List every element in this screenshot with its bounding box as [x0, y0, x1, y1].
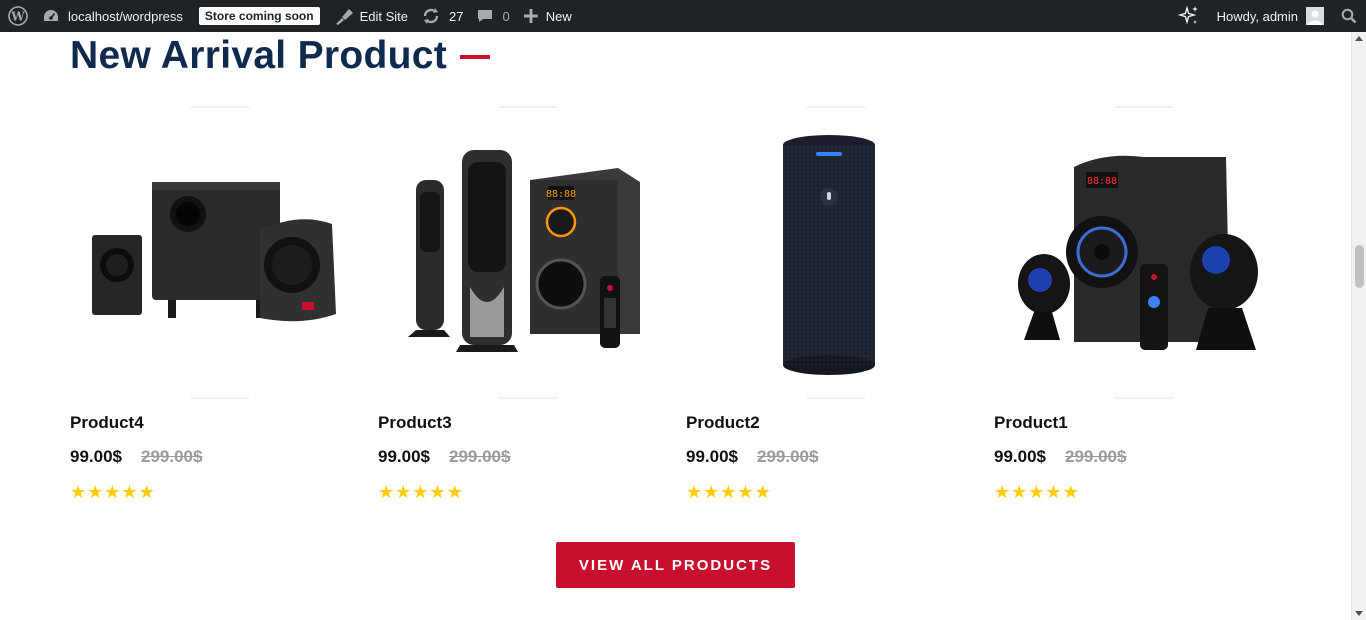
edit-site-label: Edit Site: [359, 8, 408, 24]
star-icon: ★: [87, 482, 104, 503]
product-prices: 99.00$ 299.00$: [994, 447, 1126, 467]
svg-text:W: W: [10, 10, 25, 24]
star-icon: ★: [121, 482, 138, 503]
scrollbar-thumb[interactable]: [1355, 245, 1364, 288]
star-icon: ★: [1011, 482, 1028, 503]
star-icon: ★: [703, 482, 720, 503]
comments-count: 0: [502, 8, 510, 24]
product-card[interactable]: Product2 99.00$ 299.00$ ★ ★ ★ ★ ★: [686, 102, 978, 502]
star-icon: ★: [686, 482, 703, 503]
view-all-products-button[interactable]: VIEW ALL PRODUCTS: [556, 542, 795, 588]
star-icon: ★: [1028, 482, 1045, 503]
admin-bar: W localhost/wordpress Store coming soon …: [0, 0, 1366, 32]
product-name[interactable]: Product4: [70, 413, 144, 433]
star-icon: ★: [720, 482, 737, 503]
edit-site-link[interactable]: Edit Site: [327, 0, 415, 32]
star-icon: ★: [104, 482, 121, 503]
star-icon: ★: [1045, 482, 1062, 503]
svg-text:88:88: 88:88: [1087, 176, 1117, 187]
scroll-down-arrow-icon[interactable]: [1355, 611, 1363, 616]
rating-stars: ★ ★ ★ ★ ★: [378, 484, 463, 502]
product-image[interactable]: [70, 102, 362, 399]
rating-stars: ★ ★ ★ ★ ★: [70, 484, 155, 502]
speaker-set-image: [92, 182, 336, 322]
new-label: New: [545, 8, 572, 24]
product-name[interactable]: Product3: [378, 413, 452, 433]
updates-link[interactable]: 27: [415, 0, 470, 32]
scroll-up-arrow-icon[interactable]: [1355, 36, 1363, 41]
star-icon: ★: [395, 482, 412, 503]
sale-price: 99.00$: [378, 447, 430, 466]
star-icon: ★: [446, 482, 463, 503]
sale-price: 99.00$: [686, 447, 738, 466]
updates-icon: [422, 7, 440, 25]
avatar: [1306, 7, 1324, 25]
star-icon: ★: [1062, 482, 1079, 503]
store-coming-soon-badge[interactable]: Store coming soon: [190, 0, 327, 32]
store-badge-label: Store coming soon: [198, 7, 320, 25]
site-name-link[interactable]: localhost/wordpress: [36, 0, 190, 32]
admin-search-button[interactable]: [1332, 0, 1366, 32]
star-icon: ★: [994, 482, 1011, 503]
svg-text:88:88: 88:88: [546, 189, 576, 200]
title-accent-dash: [460, 55, 491, 59]
cylinder-speaker-image: [783, 135, 875, 375]
star-icon: ★: [138, 482, 155, 503]
regular-price: 299.00$: [449, 447, 511, 466]
product-card[interactable]: Product4 99.00$ 299.00$ ★ ★ ★ ★ ★: [70, 102, 362, 502]
woofer-speaker-set-image: 88:88: [1018, 155, 1258, 350]
product-image[interactable]: [686, 102, 978, 399]
search-icon: [1341, 8, 1357, 24]
page-scrollbar[interactable]: [1351, 32, 1366, 620]
comment-icon: [477, 8, 493, 24]
plus-icon: [523, 9, 538, 23]
product-prices: 99.00$ 299.00$: [686, 447, 818, 467]
tower-speaker-set-image: 88:88: [408, 150, 640, 352]
section-title: New Arrival Product: [70, 34, 491, 78]
admin-bar-right: Howdy, admin: [1171, 0, 1366, 32]
wordpress-logo-menu[interactable]: W: [0, 0, 36, 32]
product-name[interactable]: Product2: [686, 413, 760, 433]
product-image[interactable]: 88:88: [378, 102, 670, 399]
sale-price: 99.00$: [994, 447, 1046, 466]
dashboard-icon: [42, 8, 60, 24]
sparkles-icon: [1177, 5, 1200, 27]
star-icon: ★: [378, 482, 395, 503]
wordpress-icon: W: [8, 6, 28, 26]
section-title-text: New Arrival Product: [70, 34, 448, 77]
ai-sparkle-button[interactable]: [1171, 0, 1207, 32]
rating-stars: ★ ★ ★ ★ ★: [994, 484, 1079, 502]
updates-count: 27: [449, 8, 464, 24]
howdy-label: Howdy, admin: [1216, 8, 1298, 24]
product-image[interactable]: 88:88: [994, 102, 1286, 399]
star-icon: ★: [737, 482, 754, 503]
product-name[interactable]: Product1: [994, 413, 1068, 433]
star-icon: ★: [70, 482, 87, 503]
regular-price: 299.00$: [757, 447, 819, 466]
site-name-label: localhost/wordpress: [68, 8, 183, 24]
product-card[interactable]: 88:88 Product1 99.00$ 299.00$ ★ ★ ★ ★ ★: [994, 102, 1286, 502]
star-icon: ★: [412, 482, 429, 503]
star-icon: ★: [754, 482, 771, 503]
my-account-menu[interactable]: Howdy, admin: [1207, 0, 1332, 32]
product-prices: 99.00$ 299.00$: [378, 447, 510, 467]
new-content-menu[interactable]: New: [517, 0, 579, 32]
regular-price: 299.00$: [1065, 447, 1127, 466]
sale-price: 99.00$: [70, 447, 122, 466]
product-prices: 99.00$ 299.00$: [70, 447, 202, 467]
star-icon: ★: [429, 482, 446, 503]
product-card[interactable]: 88:88 Product3 99.00$ 299.00$ ★ ★ ★ ★ ★: [378, 102, 670, 502]
rating-stars: ★ ★ ★ ★ ★: [686, 484, 771, 502]
regular-price: 299.00$: [141, 447, 203, 466]
comments-link[interactable]: 0: [470, 0, 516, 32]
brush-icon: [334, 7, 354, 25]
